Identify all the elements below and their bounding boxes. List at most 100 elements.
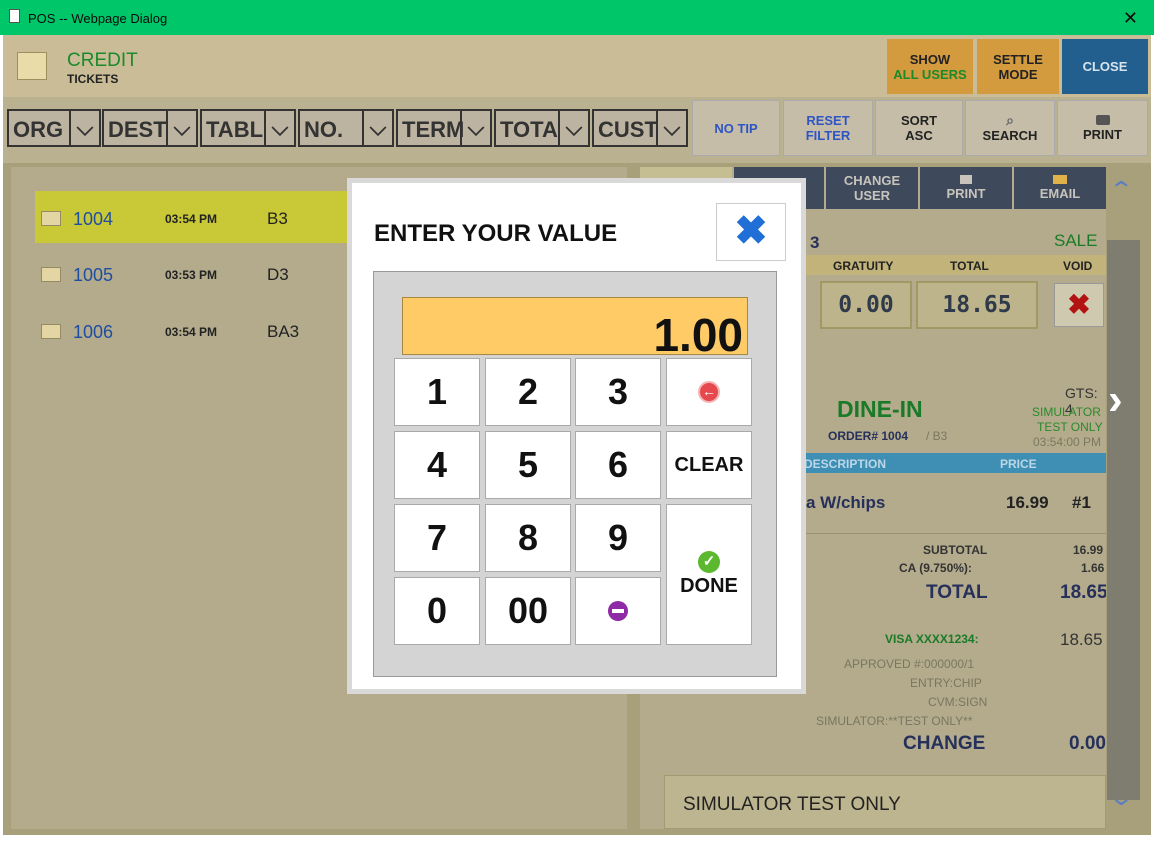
filter-number-label: NO. xyxy=(304,117,344,142)
description-header: DESCRIPTION xyxy=(803,457,886,471)
chevron-down-icon[interactable]: ⌵ xyxy=(558,111,588,145)
order-table: / B3 xyxy=(926,429,948,443)
key-4[interactable]: 4 xyxy=(394,431,480,499)
chevron-down-icon[interactable]: ⌵ xyxy=(264,111,294,145)
no-tip-button[interactable]: NO TIP xyxy=(692,100,780,156)
tax-value: 1.66 xyxy=(1081,561,1105,575)
gratuity-field[interactable]: 0.00 xyxy=(820,281,912,329)
search-label: SEARCH xyxy=(982,128,1038,143)
key-1[interactable]: 1 xyxy=(394,358,480,426)
key-3[interactable]: 3 xyxy=(575,358,661,426)
filter-org-label: ORG xyxy=(13,117,64,142)
key-9[interactable]: 9 xyxy=(575,504,661,572)
show-all-users-button[interactable]: SHOW ALL USERS xyxy=(887,39,973,94)
total-header: TOTAL xyxy=(950,259,989,273)
filter-org[interactable]: ORG ⌵ xyxy=(7,109,101,147)
negative-button[interactable] xyxy=(575,577,661,645)
settle-mode-button[interactable]: SETTLE MODE xyxy=(977,39,1059,94)
change-value: 0.00 xyxy=(1069,733,1106,754)
item-seat: #1 xyxy=(1072,493,1091,512)
filter-dest[interactable]: DEST ⌵ xyxy=(102,109,198,147)
chevron-down-icon[interactable]: ⌵ xyxy=(460,111,490,145)
detail-print-button[interactable]: PRINT xyxy=(920,167,1012,209)
settle-mode-line1: SETTLE xyxy=(993,51,1043,67)
minus-bar xyxy=(612,609,624,613)
filter-total[interactable]: TOTA ⌵ xyxy=(494,109,590,147)
key-7[interactable]: 7 xyxy=(394,504,480,572)
key-6[interactable]: 6 xyxy=(575,431,661,499)
chevron-down-icon[interactable]: ⌵ xyxy=(656,111,686,145)
dine-in-label: DINE-IN xyxy=(837,396,923,422)
check-icon: ✓ xyxy=(698,551,720,573)
ticket-number: 1006 xyxy=(73,322,114,342)
key-2[interactable]: 2 xyxy=(485,358,571,426)
search-button[interactable]: ⌕ SEARCH xyxy=(965,100,1055,156)
filter-number[interactable]: NO. ⌵ xyxy=(298,109,394,147)
printer-icon xyxy=(960,175,972,184)
divider xyxy=(800,533,1106,534)
filter-customer[interactable]: CUST ⌵ xyxy=(592,109,688,147)
key-8[interactable]: 8 xyxy=(485,504,571,572)
backspace-button[interactable]: ← xyxy=(666,358,752,426)
filter-customer-label: CUST xyxy=(598,117,658,142)
scroll-down-icon[interactable]: ⌄ xyxy=(1108,785,1134,811)
reset-filter-button[interactable]: RESET FILTER xyxy=(783,100,873,156)
close-icon: ✖ xyxy=(734,209,768,253)
ticket-table: D3 xyxy=(267,265,289,284)
total-value: 18.65 xyxy=(942,292,1012,318)
tax-label: CA (9.750%): xyxy=(899,561,972,575)
value-display: 1.00 xyxy=(402,297,748,355)
window-titlebar: POS -- Webpage Dialog ✕ xyxy=(0,0,1154,35)
test-only-label: TEST ONLY xyxy=(1037,420,1103,434)
chevron-down-icon[interactable]: ⌵ xyxy=(362,111,392,145)
key-00[interactable]: 00 xyxy=(485,577,571,645)
sort-button[interactable]: SORT ASC xyxy=(875,100,963,156)
tickets-note-icon xyxy=(17,52,47,80)
item-name: a W/chips xyxy=(806,493,886,512)
filter-dest-label: DEST xyxy=(108,117,167,142)
chevron-down-icon[interactable]: ⌵ xyxy=(166,111,196,145)
sale-label: SALE xyxy=(1054,231,1098,250)
filter-terminal[interactable]: TERM ⌵ xyxy=(396,109,492,147)
ticket-number: 1004 xyxy=(73,209,114,229)
dialog-close-button[interactable]: ✖ xyxy=(716,203,786,261)
sort-line1: SORT xyxy=(900,113,938,128)
header-title: CREDIT xyxy=(67,50,138,71)
clear-button[interactable]: CLEAR xyxy=(666,431,752,499)
key-0[interactable]: 0 xyxy=(394,577,480,645)
window-close-icon[interactable]: ✕ xyxy=(1123,8,1138,29)
scrollbar-thumb[interactable] xyxy=(1107,240,1140,800)
ticket-note-icon xyxy=(41,324,61,339)
ticket-note-icon xyxy=(41,267,61,282)
scroll-up-icon[interactable]: ⌃ xyxy=(1108,177,1134,203)
done-button[interactable]: ✓ DONE xyxy=(666,504,752,645)
gratuity-header: GRATUITY xyxy=(833,259,894,273)
order-number: ORDER# 1004 xyxy=(828,429,909,443)
order-time: 03:54:00 PM xyxy=(1033,435,1102,449)
subtotal-label: SUBTOTAL xyxy=(923,543,988,557)
print-button[interactable]: PRINT xyxy=(1057,100,1148,156)
cvm-line: CVM:SIGN xyxy=(928,695,988,709)
ticket-time: 03:54 PM xyxy=(165,212,218,226)
close-button-label: CLOSE xyxy=(1082,59,1128,74)
ticket-time: 03:54 PM xyxy=(165,325,218,339)
filter-total-label: TOTA xyxy=(500,117,558,142)
show-all-users-line1: SHOW xyxy=(909,51,951,67)
subtotal-value: 16.99 xyxy=(1073,543,1104,557)
close-button[interactable]: CLOSE xyxy=(1062,39,1148,94)
void-button[interactable]: ✖ xyxy=(1054,283,1104,327)
envelope-icon xyxy=(1053,175,1067,184)
sort-line2: ASC xyxy=(905,128,933,143)
no-tip-label: NO TIP xyxy=(714,120,758,136)
change-user-button[interactable]: CHANGE USER xyxy=(826,167,918,209)
key-5[interactable]: 5 xyxy=(485,431,571,499)
filter-table[interactable]: TABL ⌵ xyxy=(200,109,296,147)
next-arrow-icon[interactable]: › xyxy=(1108,375,1123,425)
header-subtitle: TICKETS xyxy=(67,72,119,86)
email-button[interactable]: EMAIL xyxy=(1014,167,1106,209)
change-user-line2: USER xyxy=(853,188,891,203)
chevron-down-icon[interactable]: ⌵ xyxy=(69,111,99,145)
card-amount: 18.65 xyxy=(1060,630,1103,649)
document-icon xyxy=(9,9,20,23)
ticket-table: B3 xyxy=(267,209,288,228)
